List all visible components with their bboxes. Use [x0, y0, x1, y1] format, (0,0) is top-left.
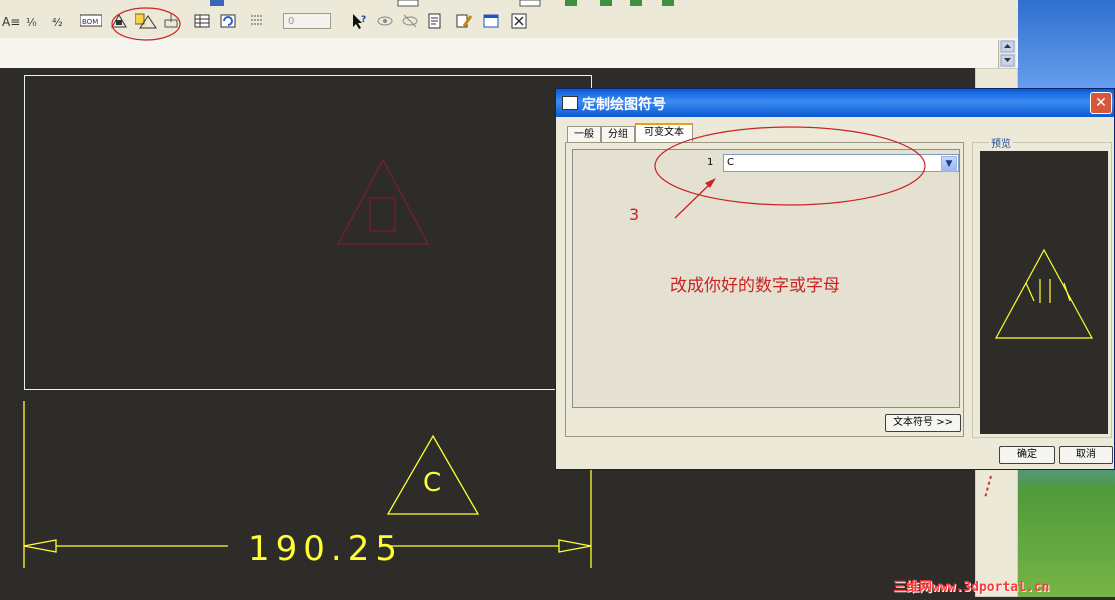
- svg-text:BOM: BOM: [82, 18, 98, 26]
- edit-icon[interactable]: [455, 12, 473, 30]
- preview-label: 预览: [989, 135, 1013, 150]
- scale-icon[interactable]: A≡: [2, 12, 20, 30]
- help-cursor-icon[interactable]: ?: [350, 12, 368, 30]
- tab-group[interactable]: 分组: [601, 126, 635, 143]
- svg-text:¹⁄₀: ¹⁄₀: [26, 16, 37, 29]
- tolerance-icon[interactable]: ¹⁄₀: [26, 12, 44, 30]
- refresh-icon[interactable]: [219, 12, 237, 30]
- custom-symbol-icon[interactable]: [134, 12, 157, 30]
- text-symbol-button[interactable]: 文本符号 >>: [885, 414, 961, 432]
- row-number: 1: [707, 157, 714, 168]
- dimension-value: 190.25: [248, 529, 403, 569]
- symbol-c-text: C: [423, 468, 441, 498]
- hide-icon[interactable]: [401, 12, 419, 30]
- fraction-icon[interactable]: ⁴⁄₂: [52, 12, 70, 30]
- eye-icon[interactable]: [376, 12, 394, 30]
- ok-button[interactable]: 确定: [999, 446, 1055, 464]
- drawing-sheet-border: [24, 75, 592, 390]
- svg-text:?: ?: [361, 15, 366, 25]
- close-box-icon[interactable]: [510, 12, 528, 30]
- doc-icon[interactable]: [426, 12, 444, 30]
- annotation-step-number: 3: [629, 205, 640, 224]
- svg-text:A≡: A≡: [2, 15, 20, 29]
- annotation-hint-text: 改成你好的数字或字母: [670, 276, 840, 296]
- number-field-value: 0: [288, 16, 295, 27]
- dialog-title: 定制绘图符号: [582, 97, 666, 113]
- cancel-button[interactable]: 取消: [1059, 446, 1113, 464]
- toolbar: A≡ ¹⁄₀ ⁴⁄₂ BOM 0 ?: [0, 0, 1018, 39]
- dialog-app-icon: [562, 96, 578, 110]
- variable-text-value-field[interactable]: C ▼: [723, 154, 959, 172]
- preview-symbol: [994, 248, 1094, 339]
- watermark: 三维网www.3dportal.cn: [893, 580, 1050, 595]
- hatch-icon[interactable]: [248, 12, 266, 30]
- table-icon[interactable]: [193, 12, 211, 30]
- dialog-close-button[interactable]: ✕: [1090, 92, 1112, 114]
- bom-icon[interactable]: BOM: [79, 12, 103, 30]
- preview-canvas: [980, 151, 1108, 434]
- tab-general[interactable]: 一般: [567, 126, 601, 143]
- toolbar-row-top-partial: [0, 0, 1018, 8]
- symbol-c-triangle: C: [386, 434, 480, 515]
- status-strip: [0, 38, 1018, 69]
- chevron-down-icon[interactable]: ▼: [941, 156, 957, 172]
- window-icon[interactable]: [482, 12, 500, 30]
- mini-scrollbar[interactable]: [998, 40, 1016, 68]
- symbol-edit-icon[interactable]: [163, 12, 181, 30]
- dialog-titlebar[interactable]: 定制绘图符号 ✕: [556, 89, 1114, 117]
- svg-text:⁴⁄₂: ⁴⁄₂: [52, 16, 63, 29]
- faint-symbol-triangle: [336, 158, 430, 245]
- variable-text-value: C: [727, 157, 734, 168]
- preview-group: 预览: [972, 135, 1112, 438]
- tab-variable-text[interactable]: 可变文本: [635, 123, 693, 144]
- symbol-icon[interactable]: [110, 12, 128, 30]
- number-field[interactable]: 0: [283, 13, 331, 29]
